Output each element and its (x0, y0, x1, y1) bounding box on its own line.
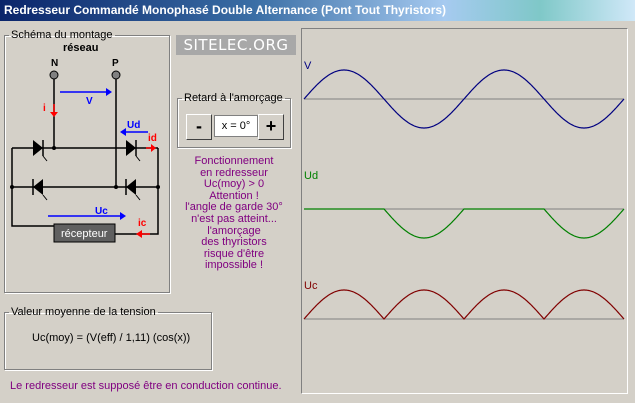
status-line: n'est pas atteint... (191, 212, 277, 225)
oscilloscope-panel: V Ud Uc (301, 28, 628, 394)
thyristor-1 (33, 140, 48, 162)
node-p-label: P (112, 58, 119, 69)
label-v: V (86, 96, 93, 107)
thyristor-2 (126, 140, 141, 162)
arrow-v (60, 88, 112, 96)
trace-ud (304, 208, 625, 239)
arrow-i (50, 104, 58, 117)
junction (10, 185, 14, 189)
trace-label: Uc (304, 280, 318, 292)
trace-label: Ud (304, 170, 318, 182)
node-n (49, 70, 59, 80)
sitelec-logo: SITELEC.ORG (176, 35, 296, 55)
junction (156, 185, 160, 189)
status-line: impossible ! (204, 259, 264, 272)
receiver-label: récepteur (61, 228, 108, 240)
label-ud: Ud (127, 120, 140, 131)
junction (114, 185, 118, 189)
node-n-label: N (51, 58, 58, 69)
trace-uc (303, 289, 625, 320)
label-uc: Uc (95, 206, 108, 217)
label-i: i (43, 103, 46, 114)
average-value-legend: Valeur moyenne de la tension (11, 306, 156, 318)
trace-label: V (304, 60, 312, 72)
arrow-id (146, 144, 156, 152)
node-p (111, 70, 121, 80)
network-label: réseau (63, 42, 98, 54)
angle-value: x = 0° (214, 115, 258, 137)
circuit-diagram: réseau N P récepteur i V Ud id Uc ic (10, 42, 160, 243)
arrow-uc (48, 212, 126, 220)
status-line: Fonctionnement (194, 155, 274, 167)
junction (52, 146, 56, 150)
status-line: des thyristors (201, 236, 267, 249)
firing-delay-legend: Retard à l'amorçage (184, 92, 283, 104)
arrow-ic (136, 230, 150, 238)
decrease-angle-button[interactable]: - (186, 114, 212, 140)
average-formula: Uc(moy) = (V(eff) / 1,11) (cos(x)) (32, 332, 191, 344)
waveform-plot: V Ud Uc (303, 60, 625, 320)
thyristor-4 (125, 179, 141, 201)
footer-note: Le redresseur est supposé être en conduc… (10, 380, 282, 392)
wires (11, 79, 159, 242)
status-message: Fonctionnement en redresseur Uc(moy) > 0… (176, 155, 292, 272)
label-id: id (148, 133, 157, 144)
thyristor-3 (32, 179, 48, 201)
label-ic: ic (138, 218, 147, 229)
increase-angle-button[interactable]: + (258, 114, 284, 140)
